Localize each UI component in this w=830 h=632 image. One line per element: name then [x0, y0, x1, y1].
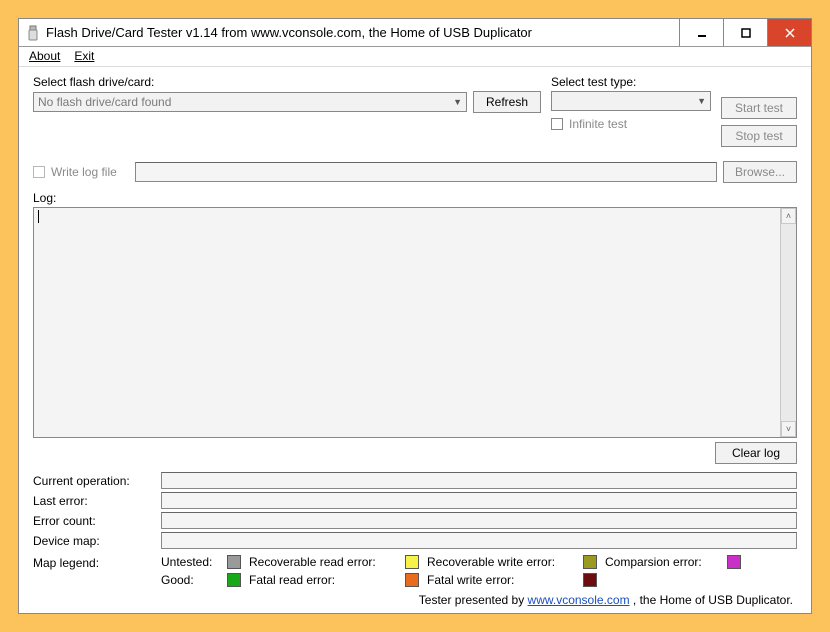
- text-cursor: [38, 210, 792, 223]
- top-row: Select flash drive/card: No flash drive/…: [33, 75, 797, 147]
- legend-grid: Untested: Recoverable read error: Recove…: [161, 555, 743, 587]
- start-test-button[interactable]: Start test: [721, 97, 797, 119]
- titlebar: Flash Drive/Card Tester v1.14 from www.v…: [19, 19, 811, 47]
- last-error-value: [161, 492, 797, 509]
- menubar: About Exit: [19, 47, 811, 67]
- swatch-fatal-write: [583, 573, 597, 587]
- current-op-value: [161, 472, 797, 489]
- swatch-untested: [227, 555, 241, 569]
- browse-button[interactable]: Browse...: [723, 161, 797, 183]
- status-grid: Current operation: Last error: Error cou…: [33, 472, 797, 549]
- drive-select-value: No flash drive/card found: [38, 95, 171, 109]
- infinite-test-checkbox[interactable]: [551, 118, 563, 130]
- chevron-down-icon: ▼: [453, 97, 462, 107]
- usb-icon: [25, 25, 41, 41]
- clearlog-row: Clear log: [33, 442, 797, 464]
- swatch-comparison: [727, 555, 741, 569]
- close-button[interactable]: [767, 19, 811, 46]
- legend-fatal-read-label: Fatal read error:: [249, 573, 399, 587]
- refresh-button[interactable]: Refresh: [473, 91, 541, 113]
- log-label: Log:: [33, 191, 797, 205]
- footer: Tester presented by www.vconsole.com , t…: [33, 593, 797, 607]
- last-error-label: Last error:: [33, 494, 161, 508]
- footer-prefix: Tester presented by: [419, 593, 528, 607]
- drive-select[interactable]: No flash drive/card found ▼: [33, 92, 467, 112]
- actions-column: Start test Stop test: [721, 75, 797, 147]
- device-map-value: [161, 532, 797, 549]
- clear-log-button[interactable]: Clear log: [715, 442, 797, 464]
- swatch-rec-read: [405, 555, 419, 569]
- window-title: Flash Drive/Card Tester v1.14 from www.v…: [46, 25, 679, 40]
- menu-about[interactable]: About: [29, 49, 60, 63]
- legend-good-label: Good:: [161, 573, 221, 587]
- test-type-label: Select test type:: [551, 75, 711, 89]
- stop-test-button[interactable]: Stop test: [721, 125, 797, 147]
- device-map-label: Device map:: [33, 534, 161, 548]
- window-buttons: [679, 19, 811, 46]
- error-count-label: Error count:: [33, 514, 161, 528]
- swatch-good: [227, 573, 241, 587]
- footer-link[interactable]: www.vconsole.com: [528, 593, 630, 607]
- writelog-path[interactable]: [135, 162, 717, 182]
- maplegend-label: Map legend:: [33, 555, 161, 570]
- error-count-value: [161, 512, 797, 529]
- footer-suffix: , the Home of USB Duplicator.: [633, 593, 793, 607]
- swatch-fatal-read: [405, 573, 419, 587]
- minimize-icon: [697, 28, 707, 38]
- infinite-test-label: Infinite test: [569, 117, 627, 131]
- swatch-rec-write: [583, 555, 597, 569]
- drive-label: Select flash drive/card:: [33, 75, 541, 89]
- legend-rec-write-label: Recoverable write error:: [427, 555, 577, 569]
- scroll-down-icon[interactable]: ˅: [781, 421, 796, 437]
- log-textarea[interactable]: ˄ ˅: [33, 207, 797, 438]
- writelog-checkbox[interactable]: [33, 166, 45, 178]
- writelog-label: Write log file: [51, 165, 129, 179]
- window: Flash Drive/Card Tester v1.14 from www.v…: [18, 18, 812, 614]
- drive-column: Select flash drive/card: No flash drive/…: [33, 75, 541, 113]
- maplegend-row: Map legend: Untested: Recoverable read e…: [33, 555, 797, 587]
- close-icon: [785, 28, 795, 38]
- current-op-label: Current operation:: [33, 474, 161, 488]
- test-column: Select test type: ▼ Infinite test: [551, 75, 711, 131]
- maximize-button[interactable]: [723, 19, 767, 46]
- scroll-up-icon[interactable]: ˄: [781, 208, 796, 224]
- minimize-button[interactable]: [679, 19, 723, 46]
- maximize-icon: [741, 28, 751, 38]
- menu-exit[interactable]: Exit: [74, 49, 94, 63]
- chevron-down-icon: ▼: [697, 96, 706, 106]
- legend-comparison-label: Comparsion error:: [605, 555, 721, 569]
- legend-rec-read-label: Recoverable read error:: [249, 555, 399, 569]
- content: Select flash drive/card: No flash drive/…: [19, 67, 811, 613]
- legend-untested-label: Untested:: [161, 555, 221, 569]
- legend-fatal-write-label: Fatal write error:: [427, 573, 577, 587]
- test-type-select[interactable]: ▼: [551, 91, 711, 111]
- scrollbar[interactable]: ˄ ˅: [780, 208, 796, 437]
- writelog-row: Write log file Browse...: [33, 161, 797, 183]
